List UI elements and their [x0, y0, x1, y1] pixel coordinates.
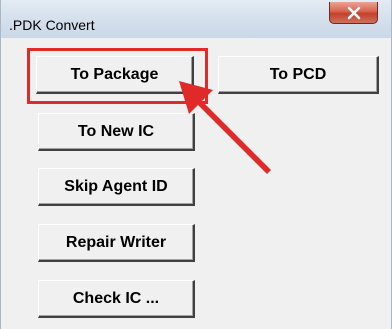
close-button[interactable] — [329, 2, 378, 24]
check-ic-button[interactable]: Check IC ... — [38, 280, 195, 318]
repair-writer-button[interactable]: Repair Writer — [38, 224, 195, 262]
window-title: .PDK Convert — [9, 17, 95, 33]
to-pcd-button[interactable]: To PCD — [218, 56, 379, 94]
close-icon — [346, 6, 362, 20]
pdk-convert-window: .PDK Convert To Package To PCD To New IC… — [0, 0, 392, 329]
to-new-ic-button[interactable]: To New IC — [38, 113, 195, 151]
title-bar[interactable]: .PDK Convert — [1, 0, 391, 38]
highlight-box — [27, 48, 208, 104]
skip-agent-id-button[interactable]: Skip Agent ID — [38, 168, 195, 206]
